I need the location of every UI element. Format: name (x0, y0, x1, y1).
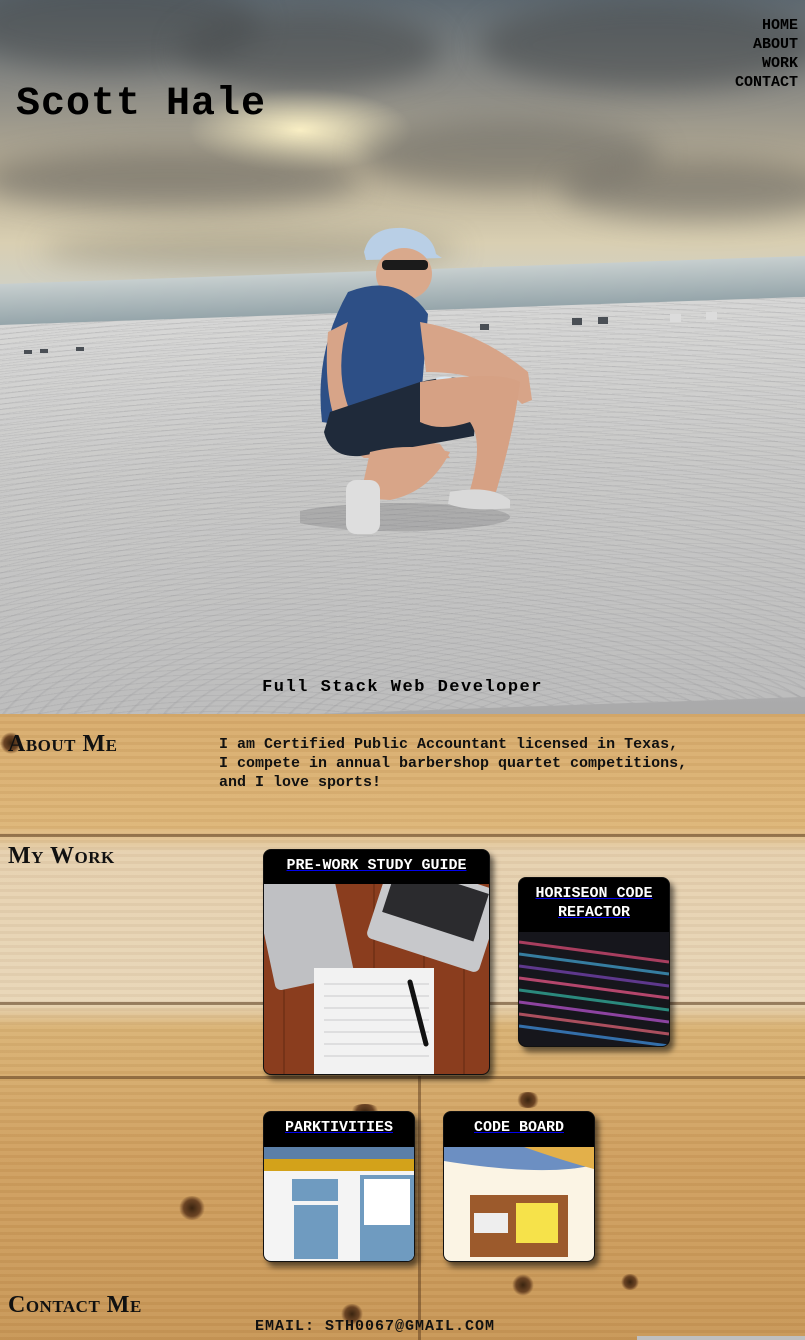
main-nav: HOME ABOUT WORK CONTACT (735, 16, 798, 92)
nav-home-link[interactable]: HOME (735, 16, 798, 35)
project-thumbnail (519, 932, 669, 1046)
project-title: CODE BOARD (473, 1119, 564, 1136)
contact-email[interactable]: EMAIL: STH0067@GMAIL.COM (0, 1318, 750, 1335)
wood-knot (178, 1196, 206, 1220)
project-thumbnail (264, 1147, 414, 1261)
cloud (180, 10, 440, 90)
plank-divider (418, 1076, 421, 1340)
project-card-parktivities[interactable]: PARKTIVITIES (263, 1111, 415, 1262)
wood-knot (515, 1092, 541, 1108)
plank-divider (0, 1076, 805, 1079)
cloud (0, 150, 360, 210)
hero-banner: Scott Hale HOME ABOUT WORK CONTACT Full … (0, 0, 805, 714)
project-thumbnail (264, 884, 489, 1074)
project-card-prework[interactable]: PRE-WORK STUDY GUIDE (263, 849, 490, 1075)
tagline: Full Stack Web Developer (262, 678, 543, 697)
project-thumbnail (444, 1147, 594, 1261)
project-card-horiseon[interactable]: HORISEON CODE REFACTOR (518, 877, 670, 1047)
project-card-codeboard[interactable]: CODE BOARD (443, 1111, 595, 1262)
wood-knot (620, 1274, 640, 1290)
about-heading: About Me (8, 731, 118, 757)
project-title: PARKTIVITIES (284, 1119, 394, 1136)
project-title: PRE-WORK STUDY GUIDE (286, 857, 467, 874)
contact-heading: Contact Me (8, 1292, 142, 1318)
about-text: I am Certified Public Accountant license… (219, 736, 688, 791)
nav-work-link[interactable]: WORK (735, 54, 798, 73)
nav-contact-link[interactable]: CONTACT (735, 73, 798, 92)
horizontal-scrollbar[interactable] (637, 1336, 805, 1340)
person-photo (300, 227, 532, 534)
nav-about-link[interactable]: ABOUT (735, 35, 798, 54)
work-heading: My Work (8, 843, 115, 869)
site-title: Scott Hale (16, 82, 267, 127)
project-title: HORISEON CODE REFACTOR (535, 885, 653, 921)
wood-knot (512, 1274, 534, 1296)
plank-divider (0, 834, 805, 837)
cloud (560, 160, 805, 220)
